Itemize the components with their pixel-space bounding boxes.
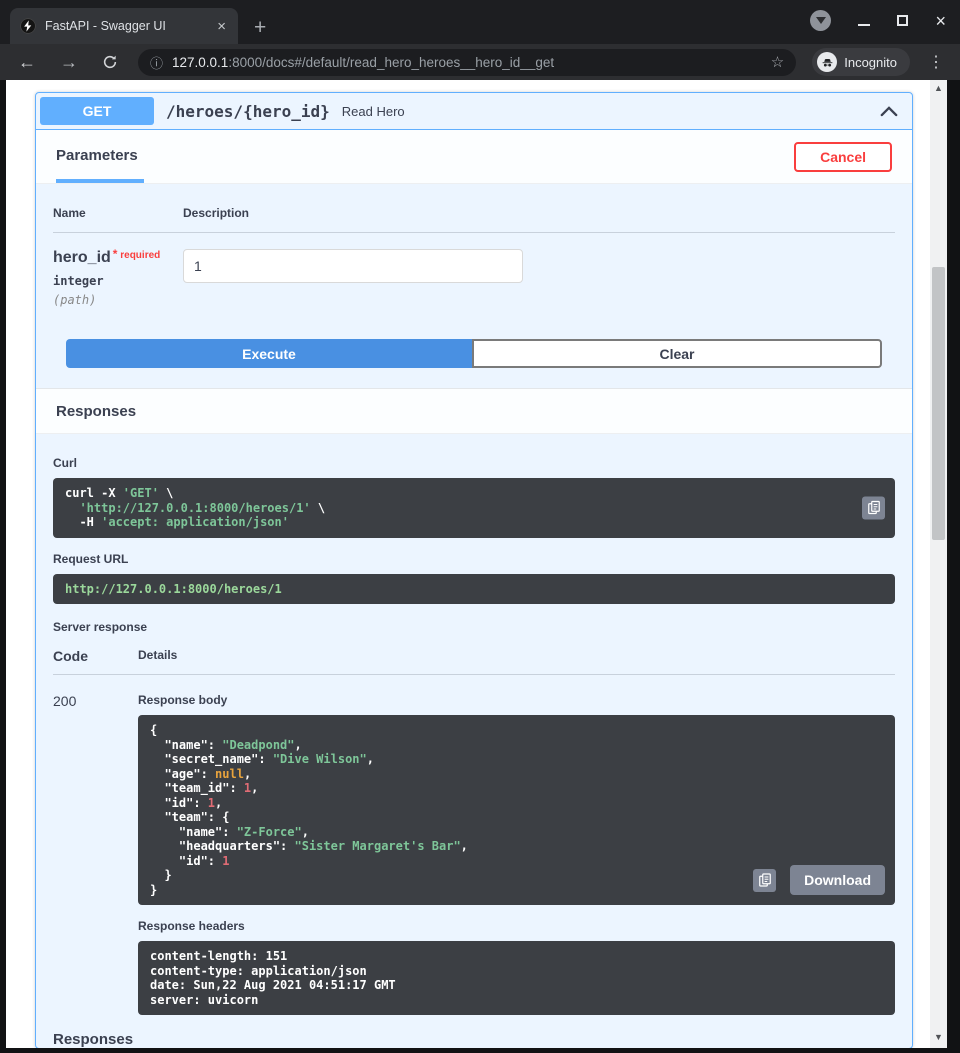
clipboard-icon xyxy=(868,501,880,515)
request-url-block: http://127.0.0.1:8000/heroes/1 xyxy=(53,574,895,605)
curl-label: Curl xyxy=(53,456,895,470)
response-headers-block: content-length: 151content-type: applica… xyxy=(138,941,895,1015)
swagger-page: GET /heroes/{hero_id} Read Hero Paramete… xyxy=(6,80,930,1048)
cancel-button[interactable]: Cancel xyxy=(794,142,892,172)
minimize-button[interactable] xyxy=(858,16,870,26)
endpoint-path: /heroes/{hero_id} xyxy=(166,102,330,121)
bookmark-star-icon[interactable]: ☆ xyxy=(771,53,784,71)
server-response-row: 200 Response body { "name": "Deadpond", … xyxy=(53,675,895,1015)
incognito-icon xyxy=(817,52,837,72)
response-body-block: { "name": "Deadpond", "secret_name": "Di… xyxy=(138,715,895,905)
scroll-up-icon[interactable]: ▲ xyxy=(934,80,943,97)
details-column-header: Details xyxy=(138,648,177,664)
parameter-description-cell xyxy=(183,249,523,307)
url-host: 127.0.0.1 xyxy=(172,55,228,70)
collapse-button[interactable] xyxy=(880,104,898,118)
name-column-header: Name xyxy=(53,206,183,220)
page-viewport: GET /heroes/{hero_id} Read Hero Paramete… xyxy=(6,80,947,1048)
new-tab-button[interactable]: + xyxy=(254,17,266,38)
maximize-button[interactable] xyxy=(897,15,908,26)
forward-button[interactable]: → xyxy=(52,53,86,71)
copy-curl-button[interactable] xyxy=(862,496,885,519)
execute-row: Execute Clear xyxy=(36,333,912,388)
responses-header: Responses xyxy=(36,388,912,434)
opblock-get: GET /heroes/{hero_id} Read Hero Paramete… xyxy=(35,92,913,1048)
opblock-summary[interactable]: GET /heroes/{hero_id} Read Hero xyxy=(36,93,912,130)
curl-code-block: curl -X 'GET' \ 'http://127.0.0.1:8000/h… xyxy=(53,478,895,538)
response-detail: Response body { "name": "Deadpond", "sec… xyxy=(138,693,895,1015)
response-body-label: Response body xyxy=(138,693,895,707)
hero-id-input[interactable] xyxy=(183,249,523,283)
responses-content: Curl curl -X 'GET' \ 'http://127.0.0.1:8… xyxy=(36,434,912,1048)
incognito-label: Incognito xyxy=(844,55,897,70)
parameters-body: Name Description hero_id* required integ… xyxy=(36,184,912,333)
code-column-header: Code xyxy=(53,648,138,664)
chevron-up-icon xyxy=(880,104,898,118)
fastapi-favicon-icon xyxy=(20,18,36,34)
reload-button[interactable] xyxy=(94,54,126,70)
clear-button[interactable]: Clear xyxy=(472,339,882,368)
page-scrollbar[interactable]: ▲ ▼ xyxy=(930,80,947,1048)
parameter-name: hero_id xyxy=(53,249,111,266)
server-response-label: Server response xyxy=(53,620,895,634)
address-bar[interactable]: ⓘ 127.0.0.1:8000/docs#/default/read_hero… xyxy=(138,49,796,76)
window-close-button[interactable]: × xyxy=(935,12,946,30)
tab-close-icon[interactable]: × xyxy=(215,18,228,35)
browser-menu-button[interactable]: ⋮ xyxy=(922,52,950,72)
scrollbar-thumb[interactable] xyxy=(932,267,945,540)
status-code: 200 xyxy=(53,693,138,1015)
endpoint-summary: Read Hero xyxy=(342,104,405,119)
browser-tab[interactable]: FastAPI - Swagger UI × xyxy=(10,8,238,44)
documented-responses-title: Responses xyxy=(53,1031,895,1048)
method-badge: GET xyxy=(40,97,154,125)
clipboard-icon xyxy=(759,873,771,887)
copy-response-button[interactable] xyxy=(753,869,776,892)
parameter-location: (path) xyxy=(53,293,183,307)
page-info-icon[interactable]: ⓘ xyxy=(150,53,163,72)
browser-toolbar: ← → ⓘ 127.0.0.1:8000/docs#/default/read_… xyxy=(0,44,960,80)
parameters-table-head: Name Description xyxy=(53,206,895,233)
url-text[interactable]: 127.0.0.1:8000/docs#/default/read_hero_h… xyxy=(172,55,762,70)
response-headers-label: Response headers xyxy=(138,919,895,933)
parameter-type: integer xyxy=(53,274,183,288)
parameter-info: hero_id* required integer (path) xyxy=(53,249,183,307)
required-badge: * required xyxy=(113,250,160,261)
download-button[interactable]: Download xyxy=(790,865,885,895)
tab-parameters[interactable]: Parameters xyxy=(56,130,144,183)
incognito-badge: Incognito xyxy=(812,48,910,76)
parameters-header: Parameters Cancel xyxy=(36,130,912,184)
code-details-header: Code Details xyxy=(53,648,895,675)
execute-button[interactable]: Execute xyxy=(66,339,472,368)
request-url-value: http://127.0.0.1:8000/heroes/1 xyxy=(65,582,883,597)
scroll-down-icon[interactable]: ▼ xyxy=(934,1029,943,1046)
responses-title: Responses xyxy=(56,403,136,420)
request-url-label: Request URL xyxy=(53,552,895,566)
browser-titlebar: FastAPI - Swagger UI × + × xyxy=(0,0,960,44)
back-button[interactable]: ← xyxy=(10,53,44,71)
tab-title: FastAPI - Swagger UI xyxy=(45,19,206,33)
parameter-row: hero_id* required integer (path) xyxy=(53,233,895,307)
window-controls: × xyxy=(810,10,946,31)
description-column-header: Description xyxy=(183,206,249,220)
response-body-actions: Download xyxy=(753,865,885,895)
url-path: :8000/docs#/default/read_hero_heroes__he… xyxy=(228,55,554,70)
browser-update-icon[interactable] xyxy=(810,10,831,31)
